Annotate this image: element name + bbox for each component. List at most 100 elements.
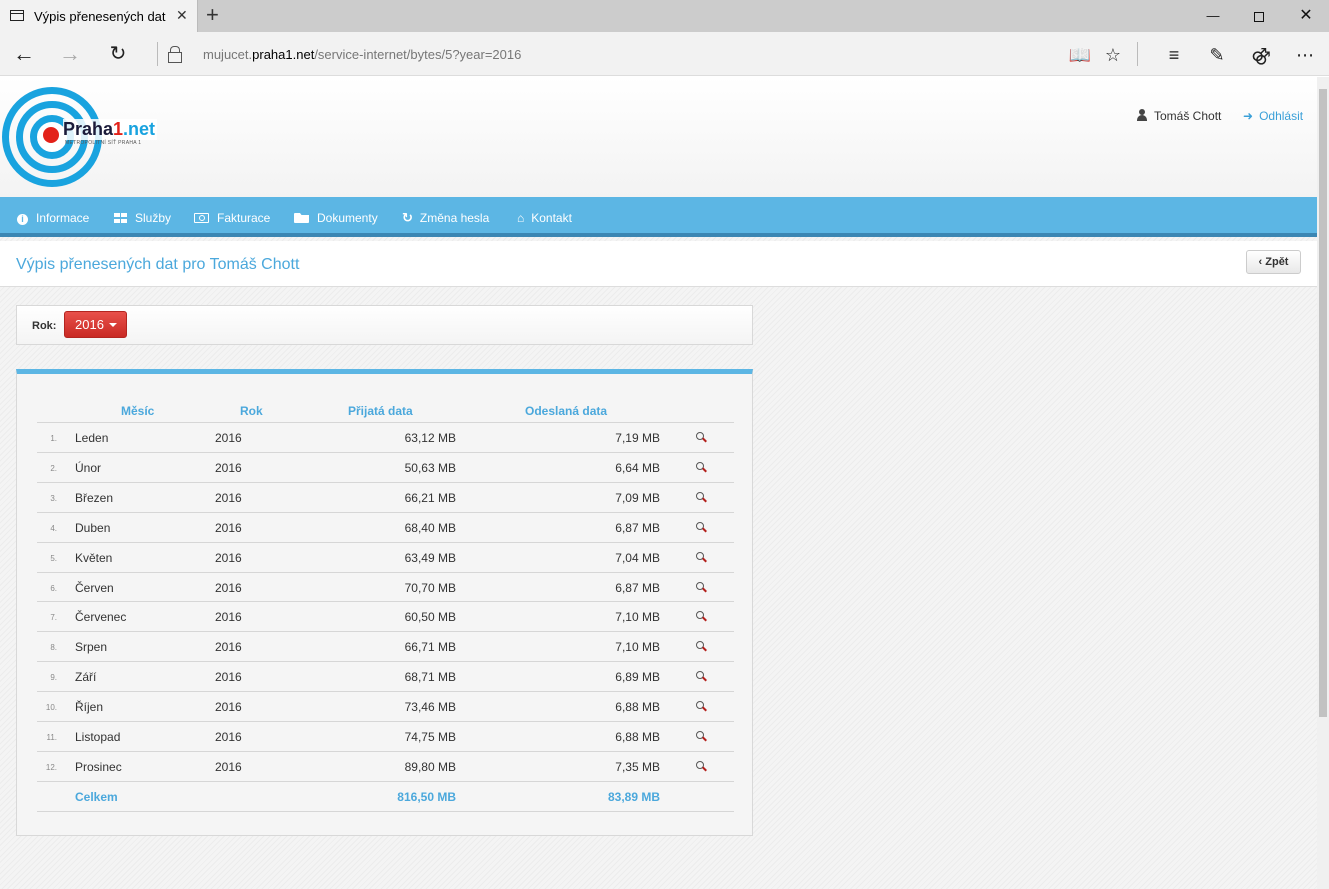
cell-month: Září: [75, 670, 97, 685]
info-icon: i: [17, 214, 28, 225]
cell-sent: 7,19 MB: [615, 431, 660, 445]
nav-label: Fakturace: [217, 211, 271, 225]
cell-month: Leden: [75, 431, 109, 445]
magnifier-icon[interactable]: [695, 521, 709, 535]
row-number: 4.: [50, 523, 57, 533]
magnifier-icon[interactable]: [695, 431, 709, 445]
close-tab-icon[interactable]: ✕: [176, 7, 188, 24]
nav-item-kontakt[interactable]: ⌂ Kontakt: [517, 197, 572, 237]
close-window-button[interactable]: ✕: [1283, 0, 1329, 32]
reading-view-icon[interactable]: 📖: [1067, 42, 1093, 68]
scrollbar-thumb[interactable]: [1319, 89, 1327, 717]
page-viewport: Praha1.net METROPOLITNÍ SÍŤ PRAHA 1 Tomá…: [0, 77, 1317, 889]
magnifier-icon[interactable]: [695, 551, 709, 565]
magnifier-icon[interactable]: [695, 610, 709, 624]
nav-item-informace[interactable]: i Informace: [17, 197, 89, 237]
cell-received: 60,50 MB: [404, 610, 456, 625]
nav-item-sluzby[interactable]: Služby: [114, 197, 171, 237]
cell-month: Srpen: [75, 640, 108, 655]
row-number: 6.: [50, 583, 57, 593]
logo-dot: [43, 127, 59, 143]
cell-year: 2016: [215, 431, 242, 445]
table-row: 9. Září 2016 68,71 MB 6,89 MB: [37, 661, 734, 691]
nav-label: Dokumenty: [317, 211, 378, 225]
hub-icon[interactable]: ≡: [1161, 42, 1187, 68]
data-table-panel: Měsíc Rok Přijatá data Odeslaná data 1. L…: [16, 369, 753, 836]
logo-subtitle: METROPOLITNÍ SÍŤ PRAHA 1: [65, 140, 142, 146]
cell-sent: 7,10 MB: [615, 640, 660, 655]
nav-item-zmena-hesla[interactable]: ↻ Změna hesla: [402, 197, 489, 237]
more-icon[interactable]: ⋯: [1292, 42, 1318, 68]
row-number: 5.: [50, 553, 57, 563]
vertical-scrollbar[interactable]: [1317, 77, 1329, 889]
caret-down-icon: [108, 323, 117, 327]
user-info: Tomáš Chott: [1136, 109, 1221, 123]
user-icon: [1136, 109, 1148, 121]
magnifier-icon[interactable]: [695, 461, 709, 475]
cell-year: 2016: [215, 670, 242, 685]
cell-sent: 7,35 MB: [615, 759, 660, 774]
row-number: 11.: [46, 733, 57, 742]
table-row: 12. Prosinec 2016 89,80 MB 7,35 MB: [37, 750, 734, 781]
refresh-icon[interactable]: ↻: [104, 40, 132, 68]
address-bar: ← → ↻ mujucet.praha1.net/service-interne…: [0, 32, 1329, 76]
back-label: Zpět: [1265, 256, 1289, 268]
column-header-sent[interactable]: Odeslaná data: [525, 404, 607, 418]
logo-word: Praha: [63, 119, 114, 139]
magnifier-icon[interactable]: [695, 700, 709, 714]
cell-month: Červenec: [75, 610, 127, 625]
magnifier-icon[interactable]: [695, 670, 709, 684]
magnifier-icon[interactable]: [695, 730, 709, 744]
praha1-logo[interactable]: Praha1.net METROPOLITNÍ SÍŤ PRAHA 1: [2, 87, 158, 187]
magnifier-icon[interactable]: [695, 760, 709, 774]
column-header-year[interactable]: Rok: [240, 404, 263, 418]
table-row: 8. Srpen 2016 66,71 MB 7,10 MB: [37, 631, 734, 661]
total-sent: 83,89 MB: [607, 789, 660, 804]
share-icon[interactable]: ⚣: [1248, 42, 1274, 68]
total-label: Celkem: [75, 789, 118, 804]
browser-tab[interactable]: Výpis přenesených dat p ✕: [0, 0, 198, 32]
cell-month: Listopad: [75, 730, 121, 744]
divider: [1137, 42, 1138, 66]
back-button[interactable]: ‹ Zpět: [1246, 250, 1301, 274]
cell-sent: 6,89 MB: [615, 670, 660, 685]
cell-received: 63,12 MB: [404, 431, 456, 445]
magnifier-icon[interactable]: [695, 640, 709, 654]
magnifier-icon[interactable]: [695, 491, 709, 505]
maximize-icon: [1254, 11, 1264, 22]
cell-month: Únor: [75, 460, 102, 475]
url-field[interactable]: mujucet.praha1.net/service-internet/byte…: [203, 47, 521, 62]
table-row: 3. Březen 2016 66,21 MB 7,09 MB: [37, 481, 734, 512]
lock-icon[interactable]: [168, 46, 182, 63]
year-filter-panel: Rok: 2016: [16, 305, 753, 345]
back-icon[interactable]: ←: [10, 40, 38, 68]
column-header-received[interactable]: Přijatá data: [348, 404, 413, 418]
page-tab-icon: [10, 10, 24, 21]
browser-titlebar: Výpis přenesených dat p ✕ + — ✕: [0, 0, 1329, 32]
nav-item-dokumenty[interactable]: Dokumenty: [294, 197, 378, 237]
web-note-icon[interactable]: ✎: [1204, 42, 1230, 68]
table-row: 5. Květen 2016 63,49 MB 7,04 MB: [37, 541, 734, 572]
url-prefix: mujucet.: [203, 47, 253, 62]
logout-link[interactable]: ➜ Odhlásit: [1243, 109, 1303, 123]
favorite-star-icon[interactable]: ☆: [1100, 42, 1126, 68]
forward-icon[interactable]: →: [56, 40, 84, 68]
maximize-button[interactable]: [1236, 0, 1282, 32]
logo-tld: .net: [123, 119, 156, 139]
nav-item-fakturace[interactable]: Fakturace: [194, 197, 270, 237]
cell-year: 2016: [215, 520, 242, 535]
cell-year: 2016: [215, 490, 242, 505]
user-name: Tomáš Chott: [1154, 109, 1222, 123]
column-header-month[interactable]: Měsíc: [121, 404, 154, 418]
nav-label: Kontakt: [531, 211, 572, 225]
year-dropdown-button[interactable]: 2016: [64, 311, 127, 338]
home-icon: ⌂: [517, 211, 525, 225]
new-tab-button[interactable]: +: [206, 4, 219, 26]
minimize-button[interactable]: —: [1190, 0, 1236, 32]
tab-title: Výpis přenesených dat p: [34, 9, 170, 24]
row-number: 12.: [45, 762, 57, 772]
magnifier-icon[interactable]: [695, 581, 709, 595]
nav-label: Informace: [36, 211, 90, 225]
cell-year: 2016: [215, 700, 242, 715]
cell-received: 70,70 MB: [404, 580, 456, 595]
